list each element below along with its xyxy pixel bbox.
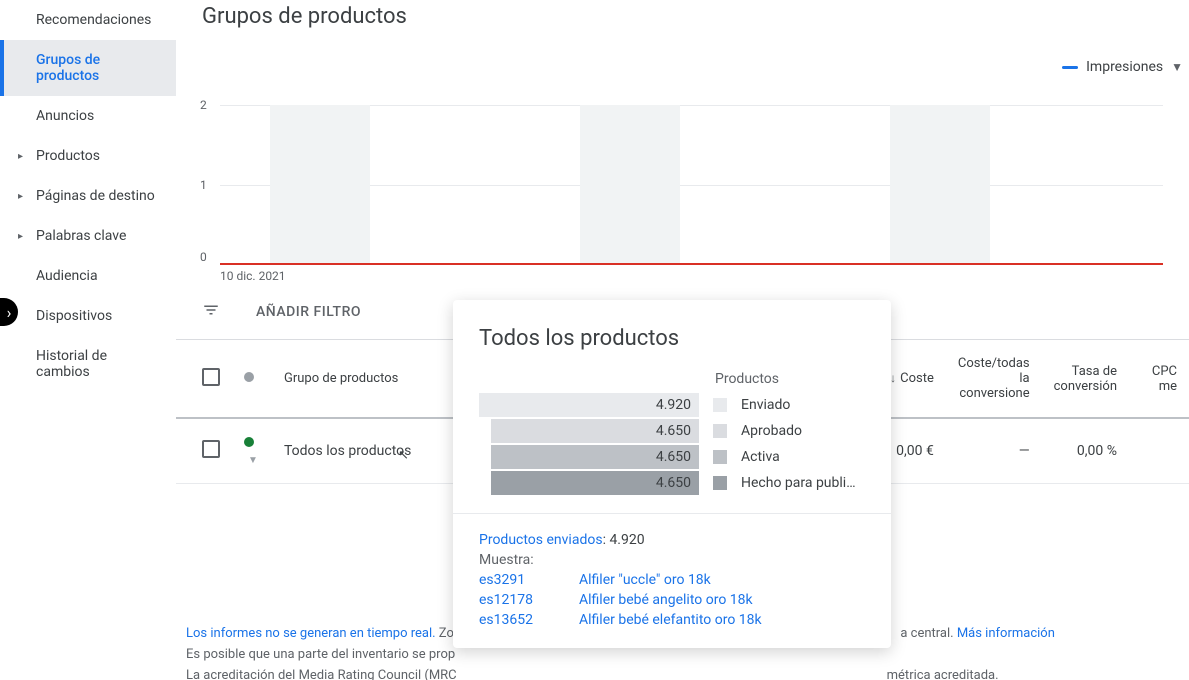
product-group-tooltip: Todos los productos Productos 4.920 Envi…: [453, 300, 891, 648]
status-dot-active-icon: [244, 437, 254, 447]
sample-id-link[interactable]: es12178: [479, 592, 579, 608]
chevron-down-icon: ▼: [1171, 60, 1183, 74]
chevron-right-icon: ▸: [18, 231, 23, 242]
row-checkbox[interactable]: [202, 440, 220, 458]
y-tick-2: 2: [200, 98, 207, 112]
select-all-checkbox[interactable]: [202, 368, 220, 386]
chevron-right-icon: ▸: [18, 191, 23, 202]
cell-cpc: [1129, 418, 1189, 484]
sidebar-item-grupos-de-productos[interactable]: Grupos de productos: [0, 40, 176, 96]
sample-name-link[interactable]: Alfiler bebé elefantito oro 18k: [579, 612, 762, 628]
tooltip-bar-enviado: 4.920: [479, 393, 699, 417]
x-tick-start: 10 dic. 2021: [220, 269, 286, 283]
sidebar-item-historial-de-cambios[interactable]: Historial de cambios: [0, 336, 176, 392]
sidebar-item-dispositivos[interactable]: Dispositivos: [0, 296, 176, 336]
footer-link-more-info[interactable]: Más información: [957, 626, 1055, 641]
tooltip-bar-aprobado: 4.650: [491, 419, 699, 443]
sidebar-item-paginas-de-destino[interactable]: ▸Páginas de destino: [0, 176, 176, 216]
col-cost-per-conv[interactable]: Coste/todas la conversione: [946, 340, 1042, 418]
sample-id-link[interactable]: es3291: [479, 572, 579, 588]
page-title: Grupos de productos: [176, 0, 1189, 47]
sidebar: Recomendaciones Grupos de productos Anun…: [0, 0, 176, 680]
cell-conv-rate: 0,00 %: [1042, 418, 1129, 484]
sample-name-link[interactable]: Alfiler "uccle" oro 18k: [579, 572, 711, 588]
col-cpc[interactable]: CPC me: [1129, 340, 1189, 418]
cell-cost-per-conv: —: [946, 418, 1042, 484]
swatch-icon: [713, 424, 727, 438]
tooltip-title: Todos los productos: [479, 326, 865, 351]
y-tick-1: 1: [200, 178, 207, 192]
sidebar-item-audiencia[interactable]: Audiencia: [0, 256, 176, 296]
chart-legend-dropdown[interactable]: Impresiones ▼: [1062, 59, 1183, 75]
chart-container: Impresiones ▼ 2 1 0 10 dic. 2021: [176, 47, 1189, 275]
tooltip-products-header: Productos: [715, 371, 865, 387]
legend-dash-icon: [1062, 66, 1078, 69]
tooltip-sample-row: es3291 Alfiler "uccle" oro 18k: [479, 572, 865, 588]
tooltip-bar-publicar: 4.650: [491, 471, 699, 495]
sidebar-item-anuncios[interactable]: Anuncios: [0, 96, 176, 136]
sort-down-icon: ↓: [890, 371, 896, 385]
chevron-down-icon[interactable]: ▼: [248, 455, 258, 466]
col-conv-rate[interactable]: Tasa de conversión: [1042, 340, 1129, 418]
chart-series-line: [220, 263, 1163, 265]
status-indicator-icon: [244, 372, 254, 382]
swatch-icon: [713, 450, 727, 464]
sidebar-item-productos[interactable]: ▸Productos: [0, 136, 176, 176]
sidebar-item-palabras-clave[interactable]: ▸Palabras clave: [0, 216, 176, 256]
tooltip-sent-line: Productos enviados: 4.920: [479, 532, 865, 548]
tooltip-sample-row: es12178 Alfiler bebé angelito oro 18k: [479, 592, 865, 608]
legend-label: Impresiones: [1086, 59, 1163, 75]
add-filter-button[interactable]: AÑADIR FILTRO: [256, 304, 361, 320]
swatch-icon: [713, 398, 727, 412]
footer-link-reports[interactable]: Los informes no se generan en tiempo rea…: [186, 626, 436, 641]
chart-area: 2 1 0 10 dic. 2021: [210, 105, 1163, 265]
filter-icon[interactable]: [202, 301, 220, 323]
tooltip-sample-label: Muestra:: [479, 552, 865, 568]
sample-name-link[interactable]: Alfiler bebé angelito oro 18k: [579, 592, 753, 608]
tooltip-bar-activa: 4.650: [491, 445, 699, 469]
y-tick-0: 0: [200, 250, 207, 264]
sample-id-link[interactable]: es13652: [479, 612, 579, 628]
sidebar-item-recomendaciones[interactable]: Recomendaciones: [0, 0, 176, 40]
swatch-icon: [713, 476, 727, 490]
tooltip-sample-row: es13652 Alfiler bebé elefantito oro 18k: [479, 612, 865, 628]
chevron-right-icon: ▸: [18, 151, 23, 162]
